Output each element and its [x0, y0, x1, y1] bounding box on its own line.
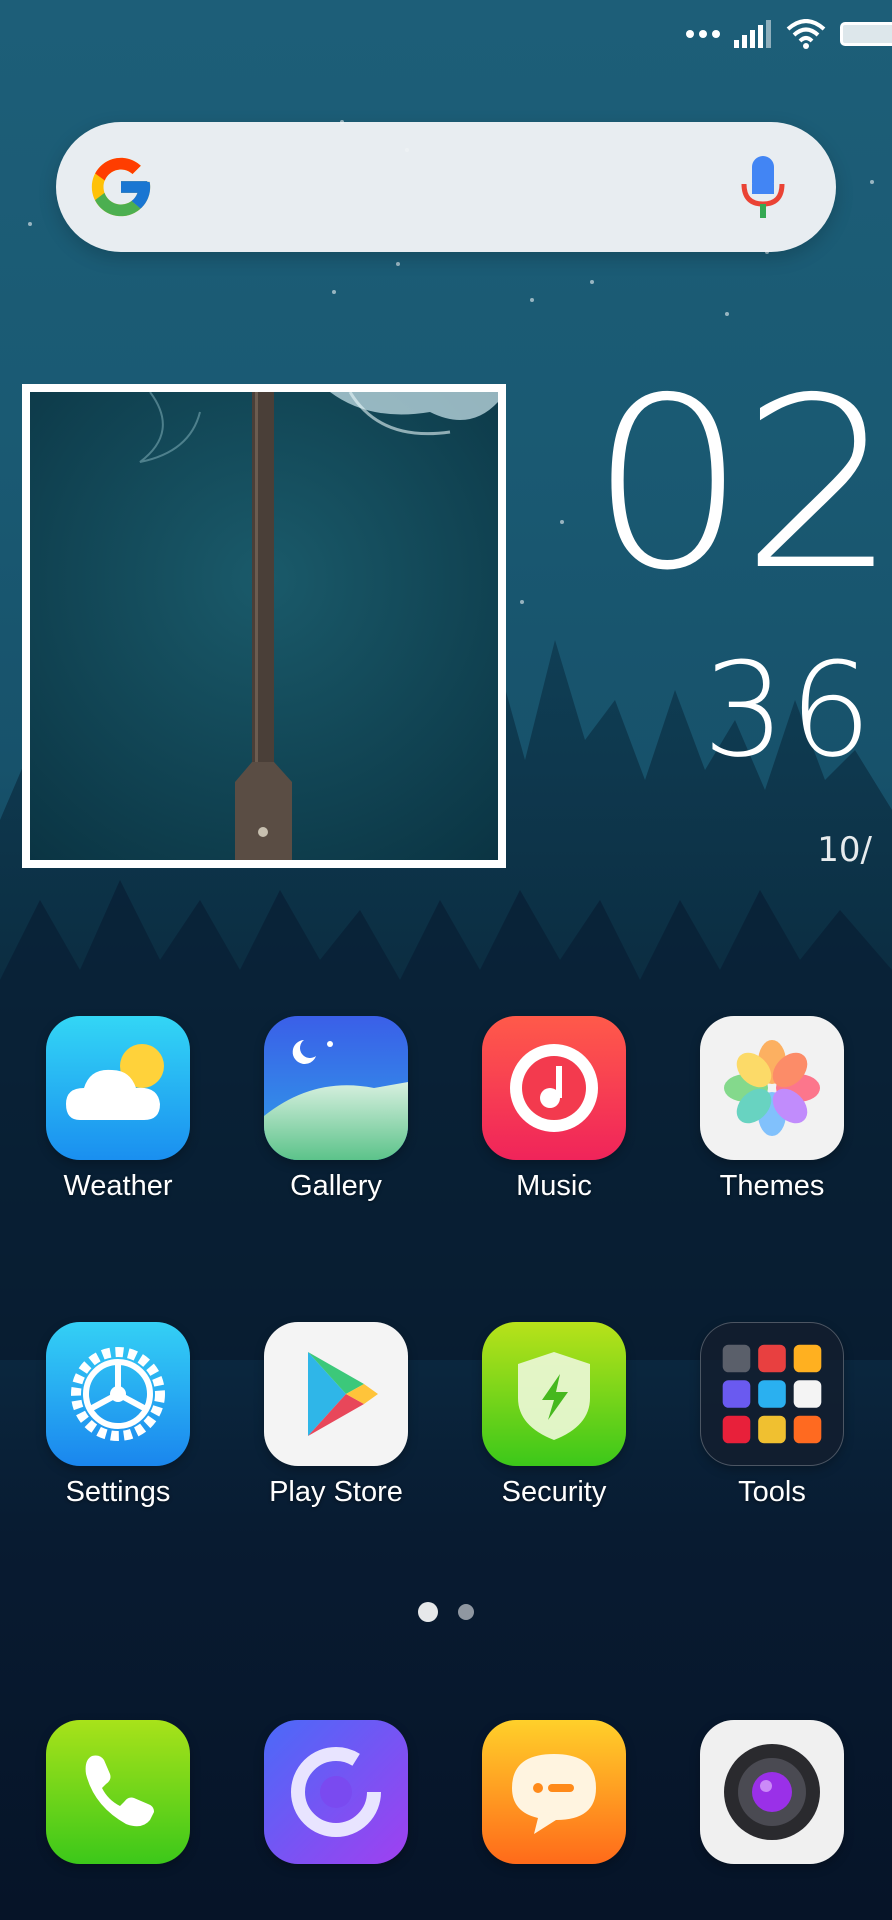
pier-photo [30, 392, 498, 860]
app-music[interactable]: Music [464, 1016, 644, 1204]
settings-icon [46, 1322, 190, 1466]
camera-icon [700, 1720, 844, 1864]
dock-browser[interactable] [246, 1720, 426, 1864]
gallery-icon [264, 1016, 408, 1160]
page-dot-active[interactable] [418, 1602, 438, 1622]
app-security[interactable]: Security [464, 1322, 644, 1510]
app-label: Music [516, 1170, 592, 1202]
app-label: Play Store [269, 1476, 403, 1508]
clock-date: 10/ [817, 830, 872, 870]
browser-icon [264, 1720, 408, 1864]
page-indicator [0, 1602, 892, 1622]
folder-tools[interactable]: Tools [682, 1322, 862, 1510]
security-icon [482, 1322, 626, 1466]
themes-icon [700, 1016, 844, 1160]
clock-minute[interactable]: 36 [636, 640, 876, 780]
page-dot[interactable] [458, 1604, 474, 1620]
app-label: Tools [738, 1476, 806, 1508]
app-label: Security [501, 1476, 607, 1508]
dock-camera[interactable] [682, 1720, 862, 1864]
microphone-icon[interactable] [740, 154, 786, 220]
signal-icon [734, 20, 771, 48]
phone-icon [46, 1720, 190, 1864]
dock-messaging[interactable] [464, 1720, 644, 1864]
play-store-icon [264, 1322, 408, 1466]
app-themes[interactable]: Themes [682, 1016, 862, 1204]
clock-hour[interactable]: 02 [514, 360, 892, 610]
wifi-icon [786, 19, 826, 49]
tools-folder-icon [700, 1322, 844, 1466]
app-label: Settings [65, 1476, 171, 1508]
notification-dots-icon [686, 30, 720, 38]
photo-widget[interactable] [22, 384, 506, 868]
status-bar [686, 14, 892, 54]
google-search-bar[interactable] [56, 122, 836, 252]
app-label: Themes [719, 1170, 825, 1202]
app-weather[interactable]: Weather [28, 1016, 208, 1204]
app-label: Gallery [290, 1170, 382, 1202]
app-gallery[interactable]: Gallery [246, 1016, 426, 1204]
messaging-icon [482, 1720, 626, 1864]
weather-icon [46, 1016, 190, 1160]
dock-phone[interactable] [28, 1720, 208, 1864]
music-icon [482, 1016, 626, 1160]
app-play-store[interactable]: Play Store [246, 1322, 426, 1510]
app-label: Weather [63, 1170, 173, 1202]
app-settings[interactable]: Settings [28, 1322, 208, 1510]
google-g-icon [91, 157, 151, 217]
battery-icon [840, 22, 892, 46]
